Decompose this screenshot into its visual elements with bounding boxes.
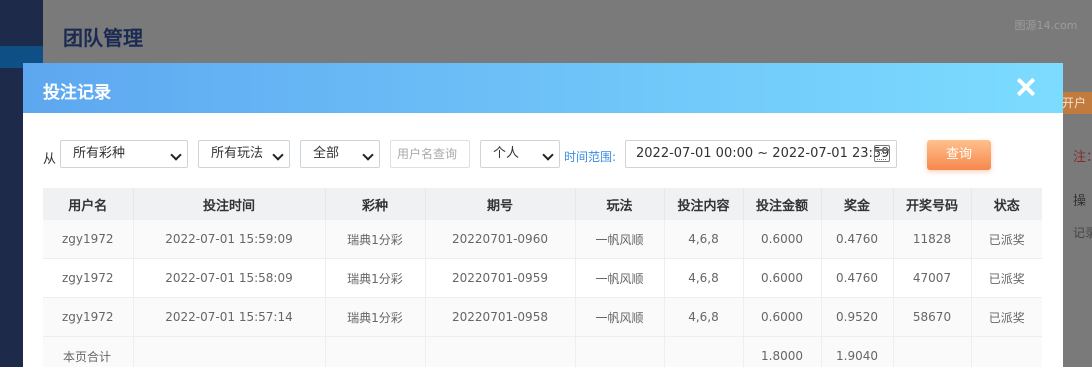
cell-bet-time: 2022-07-01 15:59:09 — [133, 220, 326, 259]
background-open-account-button: 开户 — [1062, 92, 1092, 114]
summary-empty — [971, 336, 1042, 367]
table-header-row: 用户名 投注时间 彩种 期号 玩法 投注内容 投注金额 奖金 开奖号码 状态 — [43, 188, 1042, 220]
modal-header: 投注记录 — [23, 63, 1063, 113]
background-action-text: 操 — [1073, 194, 1087, 209]
cell-draw-number: 11828 — [893, 220, 972, 259]
time-range-input[interactable]: 2022-07-01 00:00 ~ 2022-07-01 23:59 — [625, 140, 897, 168]
cell-bet-time: 2022-07-01 15:58:09 — [133, 258, 326, 298]
cell-bet-time: 2022-07-01 15:57:14 — [133, 297, 326, 337]
col-bet-amount: 投注金额 — [743, 188, 822, 220]
person-select[interactable]: 个人 — [480, 140, 560, 168]
summary-empty — [664, 336, 744, 367]
col-prize: 奖金 — [821, 188, 894, 220]
col-play: 玩法 — [575, 188, 665, 220]
summary-label: 本页合计 — [43, 336, 134, 367]
time-range-label: 时间范围: — [564, 150, 617, 164]
cell-bet-amount: 0.6000 — [743, 220, 822, 259]
cell-prize: 0.9520 — [821, 297, 894, 337]
cell-play: 一帆风顺 — [575, 297, 665, 337]
bet-records-modal: 投注记录 从 所有彩种 所有玩法 全部 用户名查询 个人 时间范围: 2022-… — [23, 63, 1063, 367]
query-button[interactable]: 查询 — [927, 140, 991, 170]
person-select-value: 个人 — [493, 146, 520, 161]
table-row[interactable]: zgy1972 2022-07-01 15:59:09 瑞典1分彩 202207… — [43, 220, 1042, 259]
background-note-text: 注： — [1073, 150, 1092, 165]
summary-empty — [893, 336, 972, 367]
summary-prize: 1.9040 — [821, 336, 894, 367]
summary-empty — [325, 336, 426, 367]
play-select[interactable]: 所有玩法 — [198, 140, 290, 168]
play-select-value: 所有玩法 — [211, 146, 264, 161]
summary-row: 本页合计 1.8000 1.9040 — [43, 336, 1042, 367]
col-status: 状态 — [971, 188, 1042, 220]
cell-draw-number: 58670 — [893, 297, 972, 337]
username-placeholder: 用户名查询 — [397, 147, 458, 161]
summary-amount: 1.8000 — [743, 336, 822, 367]
cell-bet-content: 4,6,8 — [664, 258, 744, 298]
close-icon[interactable] — [1013, 74, 1039, 100]
chevron-down-icon — [542, 149, 554, 161]
watermark: 图源14.com — [1014, 19, 1078, 32]
col-bet-content: 投注内容 — [664, 188, 744, 220]
chevron-down-icon — [272, 149, 284, 161]
cell-prize: 0.4760 — [821, 220, 894, 259]
background-record-text: 记录 — [1073, 226, 1092, 240]
lottery-select-value: 所有彩种 — [73, 146, 126, 161]
cell-bet-amount: 0.6000 — [743, 258, 822, 298]
summary-empty — [425, 336, 576, 367]
cell-status: 已派奖 — [971, 258, 1042, 298]
cell-issue: 20220701-0959 — [425, 258, 576, 298]
filter-bar: 从 所有彩种 所有玩法 全部 用户名查询 个人 时间范围: 2022-07-01… — [23, 140, 1063, 170]
col-bet-time: 投注时间 — [133, 188, 326, 220]
cell-play: 一帆风顺 — [575, 258, 665, 298]
background-page-title: 团队管理 — [63, 26, 143, 50]
col-lottery: 彩种 — [325, 188, 426, 220]
cell-play: 一帆风顺 — [575, 220, 665, 259]
lottery-select[interactable]: 所有彩种 — [60, 140, 188, 168]
cell-status: 已派奖 — [971, 297, 1042, 337]
scope-select[interactable]: 全部 — [300, 140, 380, 168]
username-search-input[interactable]: 用户名查询 — [390, 140, 470, 168]
cell-prize: 0.4760 — [821, 258, 894, 298]
table-row[interactable]: zgy1972 2022-07-01 15:57:14 瑞典1分彩 202207… — [43, 297, 1042, 337]
col-issue: 期号 — [425, 188, 576, 220]
cell-lottery: 瑞典1分彩 — [325, 258, 426, 298]
cell-status: 已派奖 — [971, 220, 1042, 259]
cell-issue: 20220701-0958 — [425, 297, 576, 337]
modal-title: 投注记录 — [43, 83, 111, 103]
cell-bet-amount: 0.6000 — [743, 297, 822, 337]
cell-draw-number: 47007 — [893, 258, 972, 298]
time-range-value: 2022-07-01 00:00 ~ 2022-07-01 23:59 — [636, 146, 890, 161]
from-label: 从 — [43, 152, 57, 167]
calendar-icon[interactable] — [874, 145, 890, 162]
cell-lottery: 瑞典1分彩 — [325, 297, 426, 337]
cell-username: zgy1972 — [43, 297, 134, 337]
summary-empty — [133, 336, 326, 367]
bet-records-table: 用户名 投注时间 彩种 期号 玩法 投注内容 投注金额 奖金 开奖号码 状态 z… — [43, 188, 1042, 367]
col-username: 用户名 — [43, 188, 134, 220]
cell-username: zgy1972 — [43, 220, 134, 259]
summary-empty — [575, 336, 665, 367]
cell-lottery: 瑞典1分彩 — [325, 220, 426, 259]
cell-bet-content: 4,6,8 — [664, 297, 744, 337]
cell-username: zgy1972 — [43, 258, 134, 298]
col-draw-number: 开奖号码 — [893, 188, 972, 220]
cell-issue: 20220701-0960 — [425, 220, 576, 259]
chevron-down-icon — [362, 149, 374, 161]
cell-bet-content: 4,6,8 — [664, 220, 744, 259]
chevron-down-icon — [170, 149, 182, 161]
scope-select-value: 全部 — [313, 146, 340, 161]
table-row[interactable]: zgy1972 2022-07-01 15:58:09 瑞典1分彩 202207… — [43, 258, 1042, 298]
